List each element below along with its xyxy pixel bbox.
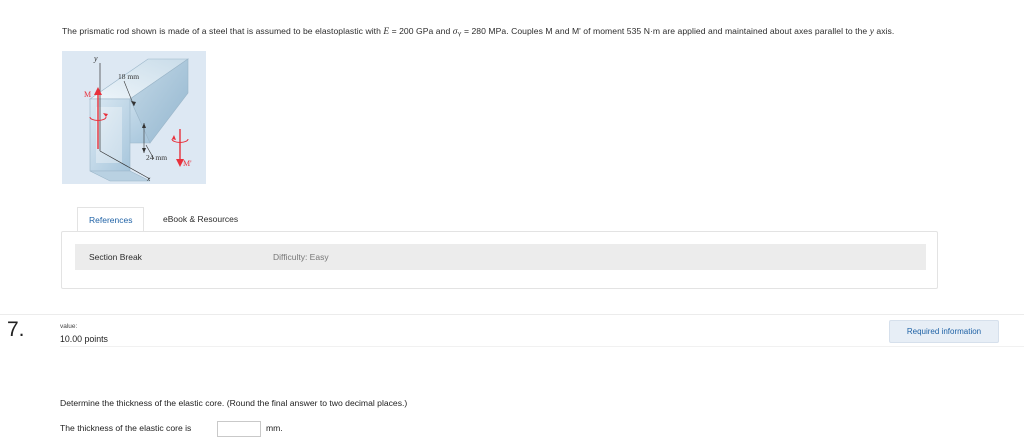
elastic-core-thickness-input[interactable] [217,421,261,437]
question-header-divider [60,346,1024,347]
difficulty-label: Difficulty: Easy [273,252,329,262]
problem-text-4: axis. [873,26,895,36]
problem-statement: The prismatic rod shown is made of a ste… [62,26,1022,39]
rod-diagram: y 18 mm M 24 mm M' x [84,54,192,183]
problem-text-2: = 200 GPa and [389,26,453,36]
rod-bottom-face [89,170,151,182]
label-x: x [146,174,151,183]
prismatic-rod-figure: y 18 mm M 24 mm M' x [62,51,206,184]
label-dim-top: 18 mm [118,72,139,81]
label-M-prime: M' [183,159,192,168]
question-divider [0,314,1024,315]
section-break-label: Section Break [89,252,142,262]
label-M: M [84,90,91,99]
references-panel: Section Break Difficulty: Easy [61,231,938,289]
required-information-button[interactable]: Required information [889,320,999,343]
label-dim-bottom: 24 mm [146,153,167,162]
answer-unit: mm. [266,423,283,433]
answer-label: The thickness of the elastic core is [60,423,192,433]
tab-references[interactable]: References [77,207,145,232]
question-number: 7. [7,318,25,341]
problem-text-3: = 280 MPa. Couples M and M' of moment 53… [461,26,870,36]
points-value: 10.00 points [60,334,108,344]
section-break-bar: Section Break Difficulty: Easy [75,244,926,270]
value-label: value: [60,323,78,330]
problem-text-1: The prismatic rod shown is made of a ste… [62,26,384,36]
question-prompt: Determine the thickness of the elastic c… [60,398,408,408]
label-y: y [93,54,98,63]
tab-ebook-resources[interactable]: eBook & Resources [152,207,249,232]
